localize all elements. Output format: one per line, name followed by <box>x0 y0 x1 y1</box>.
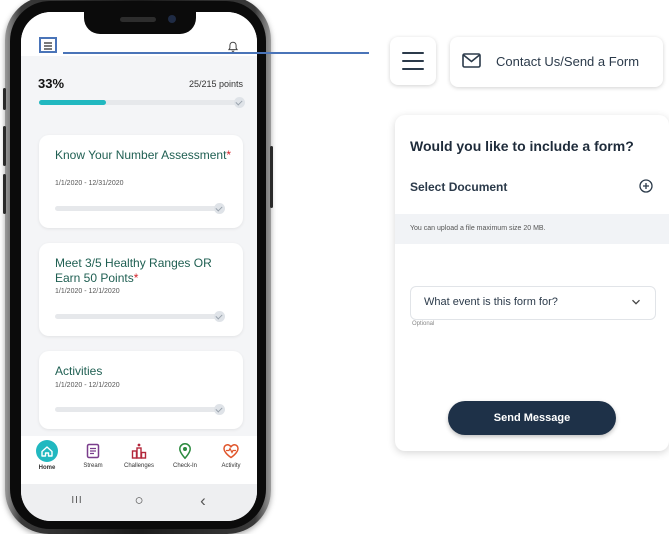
send-form-panel: Would you like to include a form? Select… <box>395 115 669 451</box>
card-progress-bar <box>55 311 225 322</box>
card-date-range: 1/1/2020 - 12/31/2020 <box>55 180 124 187</box>
tab-stream[interactable]: Stream <box>73 442 113 469</box>
progress-percent: 33% <box>38 76 65 91</box>
back-button[interactable]: ‹ <box>193 492 213 509</box>
optional-label: Optional <box>412 321 435 327</box>
bottom-tab-bar: Home Stream Challenges Check-In Activity <box>21 436 257 484</box>
tab-label: Check-In <box>172 463 197 469</box>
challenge-card[interactable]: Activities 1/1/2020 - 12/1/2020 <box>39 351 243 429</box>
tab-label: Home <box>38 465 56 471</box>
card-title: Meet 3/5 Healthy Ranges OR Earn 50 Point… <box>55 256 212 285</box>
tab-check-in[interactable]: Check-In <box>165 442 205 469</box>
system-navigation-bar: III ○ ‹ <box>21 484 257 521</box>
volume-down-button <box>3 174 6 214</box>
silent-switch <box>3 88 6 110</box>
check-icon <box>214 311 225 322</box>
tab-challenges[interactable]: Challenges <box>119 442 159 469</box>
required-marker: * <box>226 148 232 162</box>
check-in-icon <box>179 443 191 460</box>
card-title: Activities <box>55 364 103 378</box>
hamburger-menu-button[interactable] <box>390 37 436 85</box>
card-progress-bar <box>55 203 225 214</box>
tab-activity[interactable]: Activity <box>211 442 251 469</box>
points-counter: 25/215 points <box>188 79 243 89</box>
check-icon <box>214 203 225 214</box>
form-title: Would you like to include a form? <box>410 138 634 154</box>
challenges-icon <box>131 443 147 459</box>
event-select-value: What event is this form for? <box>424 296 558 308</box>
home-button[interactable]: ○ <box>129 493 149 509</box>
upload-hint-bar: You can upload a file maximum size 20 MB… <box>395 214 669 244</box>
speaker-grille <box>120 17 156 22</box>
challenge-card[interactable]: Know Your Number Assessment* 1/1/2020 - … <box>39 135 243 228</box>
callout-connector-line <box>63 52 369 54</box>
card-date-range: 1/1/2020 - 12/1/2020 <box>55 288 120 295</box>
tab-label: Challenges <box>123 463 155 469</box>
activity-icon <box>223 444 239 459</box>
tab-label: Stream <box>83 463 103 469</box>
required-marker: * <box>133 271 139 285</box>
challenge-card[interactable]: Meet 3/5 Healthy Ranges OR Earn 50 Point… <box>39 243 243 336</box>
volume-up-button <box>3 126 6 166</box>
front-camera <box>168 15 176 23</box>
card-date-range: 1/1/2020 - 12/1/2020 <box>55 382 120 389</box>
power-button <box>270 146 273 208</box>
card-title: Know Your Number Assessment* <box>55 148 232 162</box>
check-icon <box>214 404 225 415</box>
event-select[interactable]: What event is this form for? <box>410 286 656 320</box>
progress-fill <box>39 100 107 105</box>
contact-us-button[interactable]: Contact Us/Send a Form <box>450 37 663 87</box>
phone-notch <box>84 12 196 34</box>
hamburger-menu-icon[interactable] <box>39 37 57 53</box>
recents-button[interactable]: III <box>67 493 87 509</box>
home-icon <box>36 440 58 462</box>
check-icon <box>234 97 245 108</box>
contact-us-label: Contact Us/Send a Form <box>496 54 640 69</box>
overall-progress-bar <box>39 97 245 108</box>
phone-mockup: 33% 25/215 points Know Your Number Asses… <box>3 0 273 534</box>
select-document-label: Select Document <box>410 180 508 194</box>
phone-screen: 33% 25/215 points Know Your Number Asses… <box>21 12 257 521</box>
tab-label: Activity <box>221 463 241 469</box>
tab-home[interactable]: Home <box>27 440 67 471</box>
add-document-icon[interactable] <box>639 179 653 193</box>
card-progress-bar <box>55 404 225 415</box>
stream-icon <box>86 443 100 459</box>
upload-size-hint: You can upload a file maximum size 20 MB… <box>410 225 546 232</box>
chevron-down-icon <box>632 299 640 305</box>
send-message-button[interactable]: Send Message <box>448 401 616 435</box>
mail-icon <box>462 53 481 68</box>
